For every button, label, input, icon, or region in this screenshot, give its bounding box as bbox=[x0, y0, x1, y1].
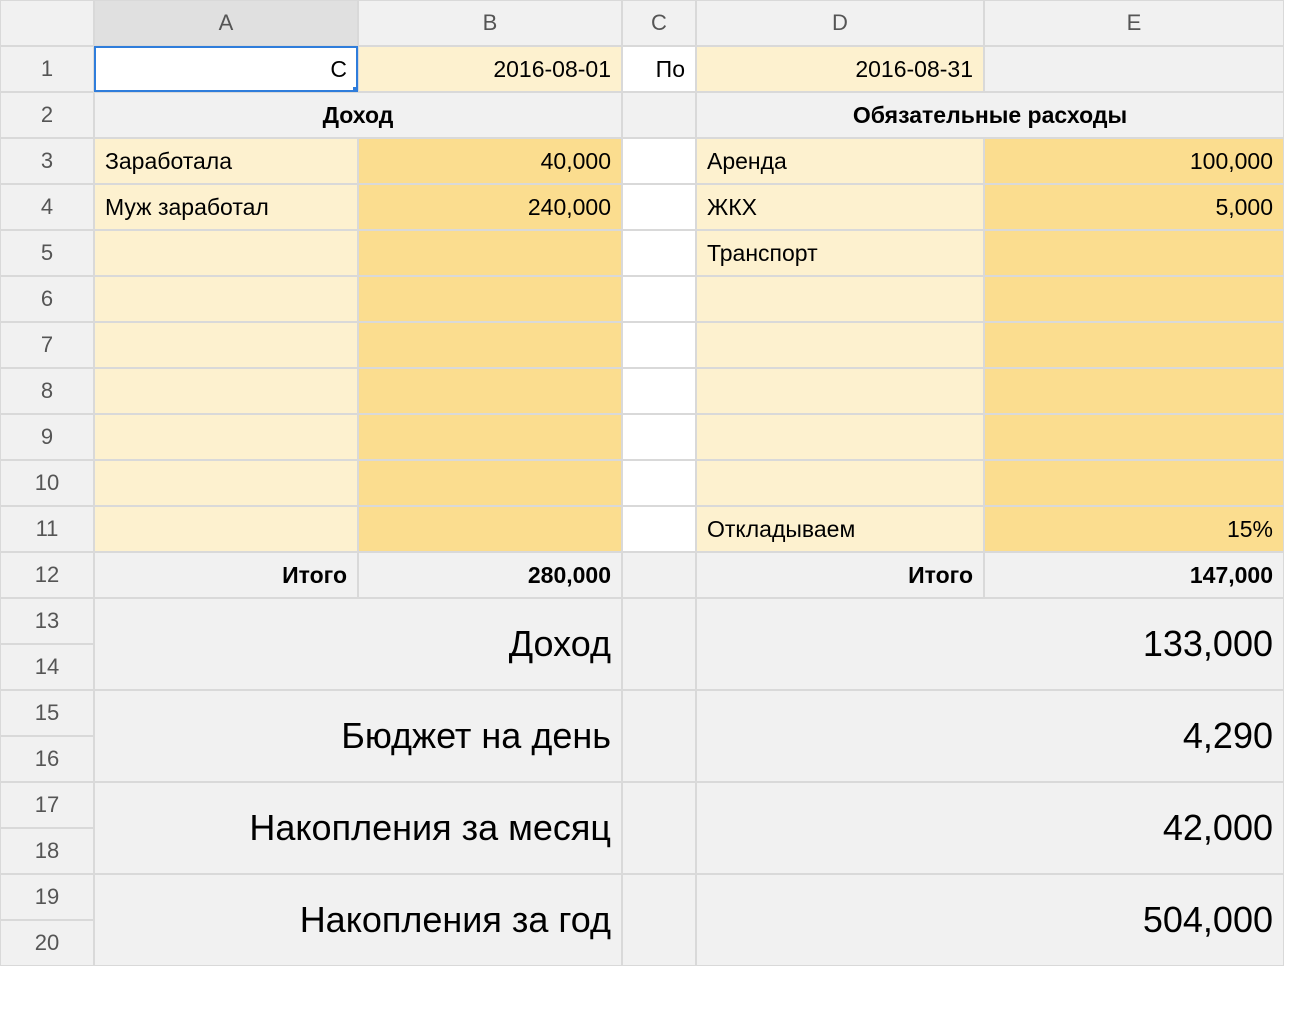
spreadsheet-grid[interactable]: A B C D E 1 С 2016-08-01 По 2016-08-31 2… bbox=[0, 0, 1292, 966]
cell-B10[interactable] bbox=[358, 460, 622, 506]
cell-D11[interactable]: Откладываем bbox=[696, 506, 984, 552]
cell-D4[interactable]: ЖКХ bbox=[696, 184, 984, 230]
row-header-14[interactable]: 14 bbox=[0, 644, 94, 690]
summary-value-2[interactable]: 42,000 bbox=[696, 782, 1284, 874]
cell-D8[interactable] bbox=[696, 368, 984, 414]
row-header-6[interactable]: 6 bbox=[0, 276, 94, 322]
cell-A5[interactable] bbox=[94, 230, 358, 276]
cell-C13[interactable] bbox=[622, 598, 696, 690]
cell-B5[interactable] bbox=[358, 230, 622, 276]
cell-A7[interactable] bbox=[94, 322, 358, 368]
cell-E6[interactable] bbox=[984, 276, 1284, 322]
row-header-20[interactable]: 20 bbox=[0, 920, 94, 966]
row-header-8[interactable]: 8 bbox=[0, 368, 94, 414]
cell-D3[interactable]: Аренда bbox=[696, 138, 984, 184]
cell-A6[interactable] bbox=[94, 276, 358, 322]
cell-D6[interactable] bbox=[696, 276, 984, 322]
row-header-16[interactable]: 16 bbox=[0, 736, 94, 782]
summary-value-3[interactable]: 504,000 bbox=[696, 874, 1284, 966]
col-header-A[interactable]: A bbox=[94, 0, 358, 46]
cell-E5[interactable] bbox=[984, 230, 1284, 276]
summary-label-3[interactable]: Накопления за год bbox=[94, 874, 622, 966]
cell-C17[interactable] bbox=[622, 782, 696, 874]
cell-A9[interactable] bbox=[94, 414, 358, 460]
cell-E1[interactable] bbox=[984, 46, 1284, 92]
cell-E3[interactable]: 100,000 bbox=[984, 138, 1284, 184]
cell-D7[interactable] bbox=[696, 322, 984, 368]
row-header-10[interactable]: 10 bbox=[0, 460, 94, 506]
cell-B9[interactable] bbox=[358, 414, 622, 460]
row-header-17[interactable]: 17 bbox=[0, 782, 94, 828]
cell-C7[interactable] bbox=[622, 322, 696, 368]
row-header-5[interactable]: 5 bbox=[0, 230, 94, 276]
cell-C6[interactable] bbox=[622, 276, 696, 322]
summary-value-1[interactable]: 4,290 bbox=[696, 690, 1284, 782]
row-header-4[interactable]: 4 bbox=[0, 184, 94, 230]
cell-A8[interactable] bbox=[94, 368, 358, 414]
cell-B1[interactable]: 2016-08-01 bbox=[358, 46, 622, 92]
cell-B7[interactable] bbox=[358, 322, 622, 368]
cell-B8[interactable] bbox=[358, 368, 622, 414]
col-header-E[interactable]: E bbox=[984, 0, 1284, 46]
cell-D10[interactable] bbox=[696, 460, 984, 506]
col-header-D[interactable]: D bbox=[696, 0, 984, 46]
row-header-15[interactable]: 15 bbox=[0, 690, 94, 736]
row-header-19[interactable]: 19 bbox=[0, 874, 94, 920]
income-total-value[interactable]: 280,000 bbox=[358, 552, 622, 598]
row-header-2[interactable]: 2 bbox=[0, 92, 94, 138]
cell-C4[interactable] bbox=[622, 184, 696, 230]
cell-B6[interactable] bbox=[358, 276, 622, 322]
cell-B3[interactable]: 40,000 bbox=[358, 138, 622, 184]
cell-E11[interactable]: 15% bbox=[984, 506, 1284, 552]
cell-A3[interactable]: Заработала bbox=[94, 138, 358, 184]
cell-E7[interactable] bbox=[984, 322, 1284, 368]
row-header-7[interactable]: 7 bbox=[0, 322, 94, 368]
cell-D9[interactable] bbox=[696, 414, 984, 460]
summary-label-2[interactable]: Накопления за месяц bbox=[94, 782, 622, 874]
expense-total-value[interactable]: 147,000 bbox=[984, 552, 1284, 598]
cell-E4[interactable]: 5,000 bbox=[984, 184, 1284, 230]
row-header-3[interactable]: 3 bbox=[0, 138, 94, 184]
col-header-C[interactable]: C bbox=[622, 0, 696, 46]
row-header-13[interactable]: 13 bbox=[0, 598, 94, 644]
row-header-11[interactable]: 11 bbox=[0, 506, 94, 552]
cell-A11[interactable] bbox=[94, 506, 358, 552]
expense-header[interactable]: Обязательные расходы bbox=[696, 92, 1284, 138]
cell-B4[interactable]: 240,000 bbox=[358, 184, 622, 230]
cell-C2[interactable] bbox=[622, 92, 696, 138]
cell-C12[interactable] bbox=[622, 552, 696, 598]
col-header-B[interactable]: B bbox=[358, 0, 622, 46]
income-total-label[interactable]: Итого bbox=[94, 552, 358, 598]
cell-E9[interactable] bbox=[984, 414, 1284, 460]
cell-E8[interactable] bbox=[984, 368, 1284, 414]
cell-C10[interactable] bbox=[622, 460, 696, 506]
cell-D1[interactable]: 2016-08-31 bbox=[696, 46, 984, 92]
cell-A1[interactable]: С bbox=[94, 46, 358, 92]
cell-C3[interactable] bbox=[622, 138, 696, 184]
income-header[interactable]: Доход bbox=[94, 92, 622, 138]
select-all-corner[interactable] bbox=[0, 0, 94, 46]
cell-B11[interactable] bbox=[358, 506, 622, 552]
summary-value-0[interactable]: 133,000 bbox=[696, 598, 1284, 690]
row-header-1[interactable]: 1 bbox=[0, 46, 94, 92]
cell-C19[interactable] bbox=[622, 874, 696, 966]
row-header-18[interactable]: 18 bbox=[0, 828, 94, 874]
summary-label-1[interactable]: Бюджет на день bbox=[94, 690, 622, 782]
cell-C8[interactable] bbox=[622, 368, 696, 414]
cell-A10[interactable] bbox=[94, 460, 358, 506]
cell-C9[interactable] bbox=[622, 414, 696, 460]
cell-C1[interactable]: По bbox=[622, 46, 696, 92]
cell-C15[interactable] bbox=[622, 690, 696, 782]
cell-E10[interactable] bbox=[984, 460, 1284, 506]
cell-D5[interactable]: Транспорт bbox=[696, 230, 984, 276]
row-header-12[interactable]: 12 bbox=[0, 552, 94, 598]
cell-C11[interactable] bbox=[622, 506, 696, 552]
cell-A4[interactable]: Муж заработал bbox=[94, 184, 358, 230]
cell-C5[interactable] bbox=[622, 230, 696, 276]
row-header-9[interactable]: 9 bbox=[0, 414, 94, 460]
summary-label-0[interactable]: Доход bbox=[94, 598, 622, 690]
expense-total-label[interactable]: Итого bbox=[696, 552, 984, 598]
